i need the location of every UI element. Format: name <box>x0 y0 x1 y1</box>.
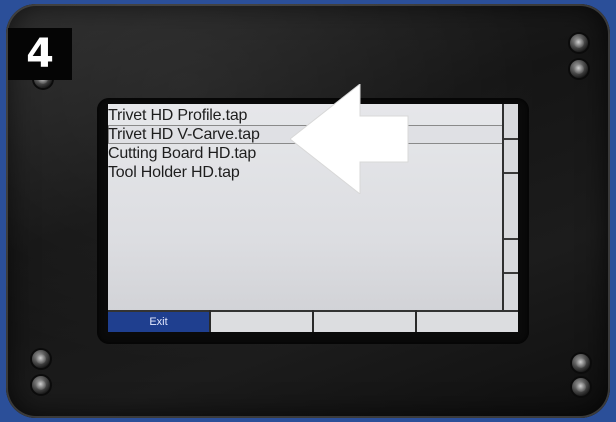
screw-icon <box>570 34 588 52</box>
screw-icon <box>32 350 50 368</box>
rail-divider <box>504 272 518 274</box>
side-softkey-rail <box>502 104 518 310</box>
step-number-badge: 4 <box>8 28 72 80</box>
screw-icon <box>572 354 590 372</box>
rail-divider <box>504 172 518 174</box>
photo-frame: 4 Trivet HD Profile.tap Trivet HD V-Carv… <box>0 0 616 422</box>
softkey-3[interactable] <box>314 310 415 332</box>
screw-icon <box>572 378 590 396</box>
softkey-bar: Exit <box>108 310 518 332</box>
rail-divider <box>504 138 518 140</box>
left-arrow-icon <box>290 84 409 194</box>
left-arrow-shape <box>290 84 409 194</box>
rail-divider <box>504 238 518 240</box>
screw-icon <box>32 376 50 394</box>
exit-softkey[interactable]: Exit <box>108 310 209 332</box>
softkey-2[interactable] <box>211 310 312 332</box>
softkey-4[interactable] <box>417 310 518 332</box>
screw-icon <box>570 60 588 78</box>
